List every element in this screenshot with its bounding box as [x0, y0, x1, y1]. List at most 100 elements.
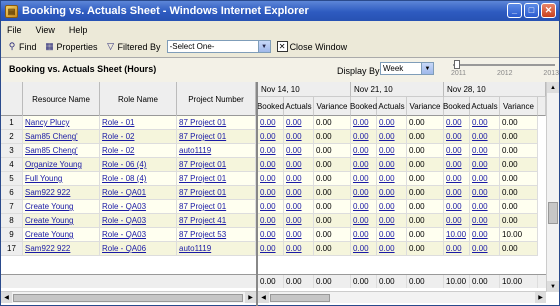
booked-value[interactable]: 0.00	[353, 174, 369, 183]
role-name-header[interactable]: Role Name	[100, 82, 177, 116]
scroll-up-icon[interactable]: ▲	[547, 82, 559, 93]
actuals-value[interactable]: 0.00	[286, 160, 302, 169]
booked-value[interactable]: 0.00	[353, 188, 369, 197]
booked-value[interactable]: 0.00	[260, 160, 276, 169]
booked-value[interactable]: 0.00	[446, 160, 462, 169]
menu-help[interactable]: Help	[69, 25, 88, 35]
booked-value[interactable]: 0.00	[260, 230, 276, 239]
find-button[interactable]: ⚲ Find	[5, 41, 39, 52]
project-number-link[interactable]: 87 Project 53	[179, 230, 226, 239]
title-bar[interactable]: ▤ Booking vs. Actuals Sheet - Windows In…	[1, 1, 559, 21]
actuals-value[interactable]: 0.00	[286, 230, 302, 239]
project-number-link[interactable]: 87 Project 01	[179, 174, 226, 183]
actuals-value[interactable]: 0.00	[379, 132, 395, 141]
role-name-link[interactable]: Role - 06 (4)	[102, 160, 146, 169]
slider-thumb[interactable]	[454, 60, 460, 69]
booked-value[interactable]: 0.00	[446, 244, 462, 253]
booked-value[interactable]: 0.00	[260, 146, 276, 155]
actuals-value[interactable]: 0.00	[286, 202, 302, 211]
booked-value[interactable]: 0.00	[446, 202, 462, 211]
role-name-link[interactable]: Role - QA01	[102, 188, 146, 197]
actuals-value[interactable]: 0.00	[286, 146, 302, 155]
booked-value[interactable]: 0.00	[353, 230, 369, 239]
resource-name-link[interactable]: Sam922 922	[25, 188, 70, 197]
project-number-link[interactable]: 87 Project 01	[179, 188, 226, 197]
booked-value[interactable]: 0.00	[260, 202, 276, 211]
actuals-value[interactable]: 0.00	[286, 118, 302, 127]
project-number-header[interactable]: Project Number	[177, 82, 256, 116]
scroll-left-icon[interactable]: ◀	[1, 292, 12, 303]
resource-name-link[interactable]: Nancy Plucy	[25, 118, 69, 127]
resource-name-link[interactable]: Full Young	[25, 174, 62, 183]
actuals-value[interactable]: 0.00	[472, 230, 488, 239]
project-number-link[interactable]: 87 Project 41	[179, 216, 226, 225]
resource-name-link[interactable]: Sam85 Cheng'	[25, 132, 78, 141]
role-name-link[interactable]: Role - QA06	[102, 244, 146, 253]
booked-value[interactable]: 0.00	[260, 216, 276, 225]
actuals-value[interactable]: 0.00	[472, 132, 488, 141]
vertical-scrollbar[interactable]: ▲ ▼	[546, 82, 559, 292]
filter-select[interactable]: -Select One- ▼	[166, 40, 271, 53]
actuals-value[interactable]: 0.00	[472, 202, 488, 211]
actuals-value[interactable]: 0.00	[472, 146, 488, 155]
menu-file[interactable]: File	[7, 25, 22, 35]
actuals-value[interactable]: 0.00	[379, 174, 395, 183]
actuals-value[interactable]: 0.00	[379, 202, 395, 211]
project-number-link[interactable]: auto1119	[179, 244, 211, 253]
project-number-link[interactable]: 87 Project 01	[179, 132, 226, 141]
actuals-value[interactable]: 0.00	[379, 230, 395, 239]
booked-value[interactable]: 0.00	[446, 174, 462, 183]
actuals-value[interactable]: 0.00	[286, 188, 302, 197]
project-number-link[interactable]: 87 Project 01	[179, 160, 226, 169]
actuals-value[interactable]: 0.00	[286, 132, 302, 141]
role-name-link[interactable]: Role - QA03	[102, 230, 146, 239]
right-horizontal-scrollbar[interactable]: ◀ ▶	[258, 291, 546, 303]
actuals-value[interactable]: 0.00	[379, 160, 395, 169]
resource-name-link[interactable]: Sam85 Cheng'	[25, 146, 78, 155]
resource-name-header[interactable]: Resource Name	[23, 82, 100, 116]
role-name-link[interactable]: Role - 01	[102, 118, 134, 127]
booked-value[interactable]: 0.00	[260, 132, 276, 141]
booked-value[interactable]: 0.00	[260, 118, 276, 127]
close-window-button[interactable]: ✕ Close Window	[275, 41, 350, 52]
left-scroll-thumb[interactable]	[13, 294, 243, 302]
project-number-link[interactable]: auto1119	[179, 146, 211, 155]
actuals-value[interactable]: 0.00	[286, 244, 302, 253]
left-horizontal-scrollbar[interactable]: ◀ ▶	[1, 291, 256, 303]
actuals-value[interactable]: 0.00	[472, 118, 488, 127]
actuals-value[interactable]: 0.00	[286, 174, 302, 183]
booked-value[interactable]: 0.00	[446, 146, 462, 155]
maximize-button[interactable]: □	[524, 3, 539, 18]
scroll-down-icon[interactable]: ▼	[547, 281, 559, 292]
booked-value[interactable]: 0.00	[446, 118, 462, 127]
booked-value[interactable]: 0.00	[353, 216, 369, 225]
role-name-link[interactable]: Role - 08 (4)	[102, 174, 146, 183]
booked-value[interactable]: 0.00	[446, 132, 462, 141]
booked-value[interactable]: 0.00	[353, 244, 369, 253]
close-button[interactable]: ✕	[541, 3, 556, 18]
right-scroll-thumb[interactable]	[270, 294, 330, 302]
menu-view[interactable]: View	[36, 25, 55, 35]
project-number-link[interactable]: 87 Project 01	[179, 118, 226, 127]
booked-value[interactable]: 0.00	[446, 188, 462, 197]
booked-value[interactable]: 0.00	[353, 160, 369, 169]
booked-value[interactable]: 0.00	[353, 118, 369, 127]
resource-name-link[interactable]: Sam922 922	[25, 244, 70, 253]
timeline-slider[interactable]: 2011 2012 2013	[451, 58, 559, 82]
display-by-select[interactable]: Week ▼	[380, 62, 434, 75]
resource-name-link[interactable]: Create Young	[25, 216, 74, 225]
actuals-value[interactable]: 0.00	[472, 174, 488, 183]
actuals-value[interactable]: 0.00	[379, 188, 395, 197]
resource-name-link[interactable]: Create Young	[25, 202, 74, 211]
role-name-link[interactable]: Role - 02	[102, 132, 134, 141]
frozen-pane-divider[interactable]	[256, 82, 258, 306]
booked-value[interactable]: 0.00	[353, 146, 369, 155]
scroll-right-icon[interactable]: ▶	[535, 292, 546, 303]
actuals-value[interactable]: 0.00	[379, 216, 395, 225]
actuals-value[interactable]: 0.00	[472, 188, 488, 197]
booked-value[interactable]: 0.00	[353, 202, 369, 211]
actuals-value[interactable]: 0.00	[472, 244, 488, 253]
actuals-value[interactable]: 0.00	[472, 216, 488, 225]
role-name-link[interactable]: Role - QA03	[102, 202, 146, 211]
resource-name-link[interactable]: Organize Young	[25, 160, 82, 169]
